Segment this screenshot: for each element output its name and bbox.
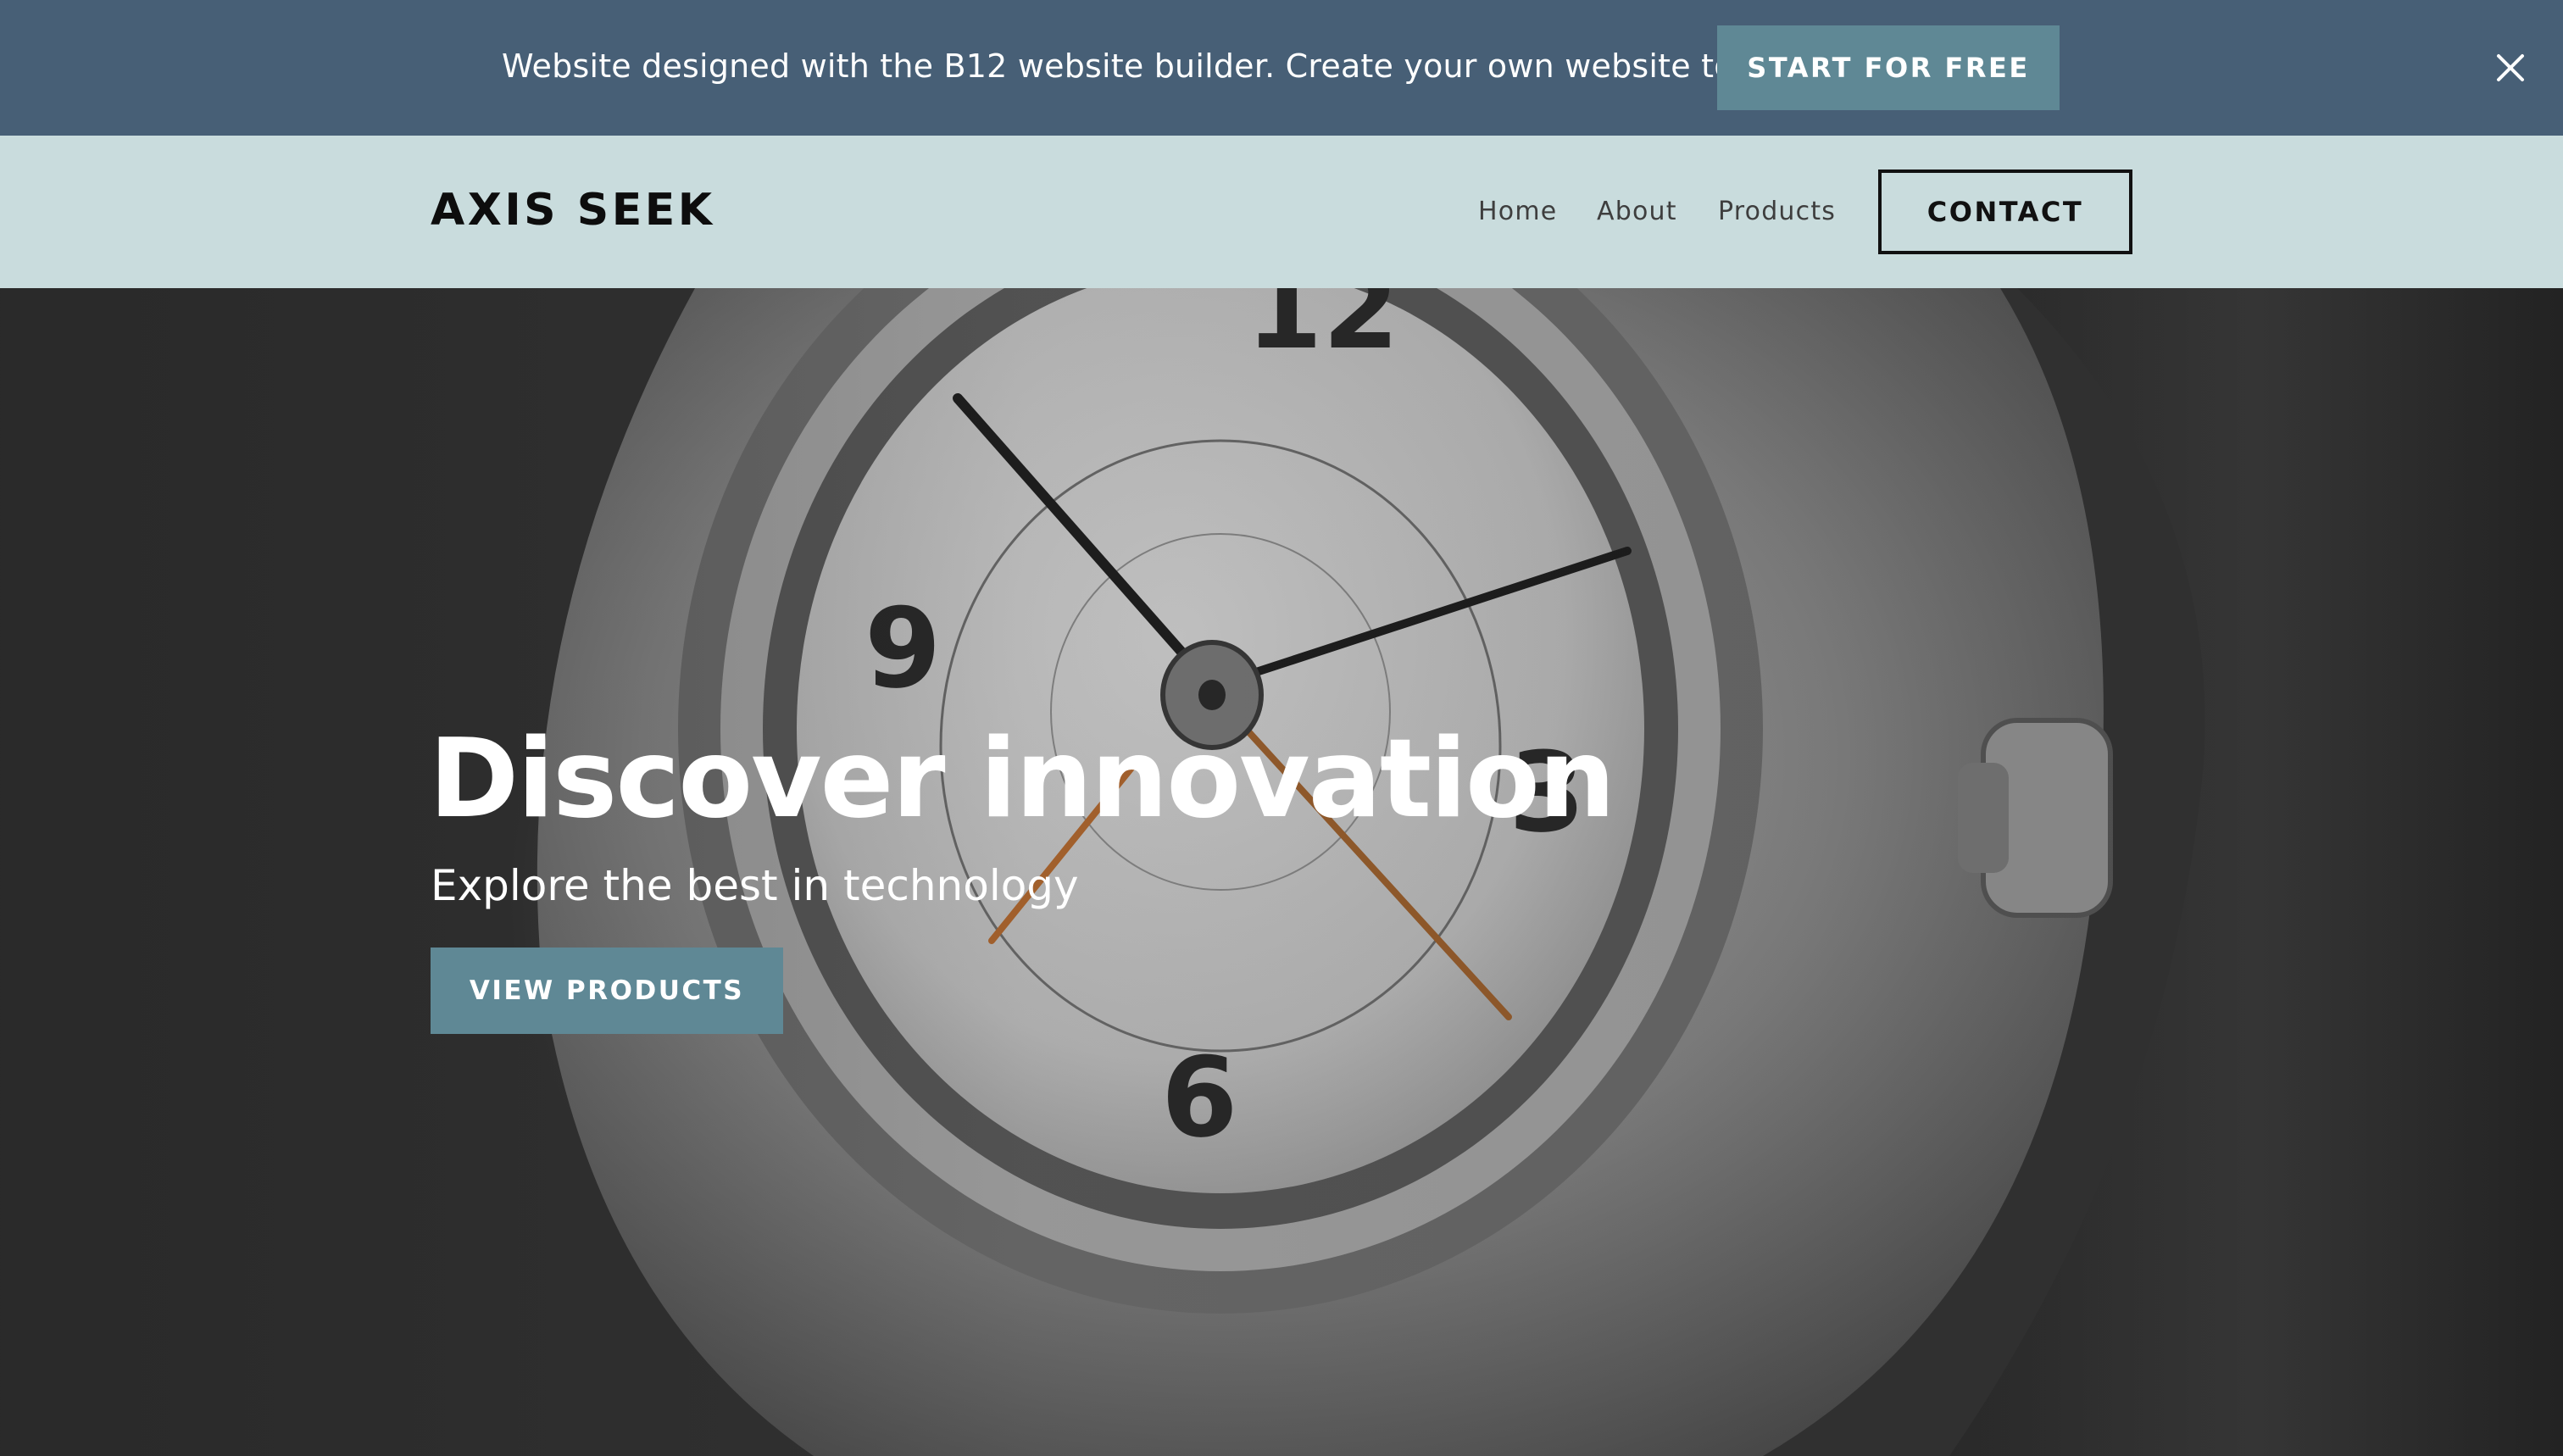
view-products-button[interactable]: VIEW PRODUCTS <box>431 948 783 1034</box>
hero-subtitle: Explore the best in technology <box>431 861 1079 910</box>
close-icon[interactable] <box>2492 49 2529 86</box>
site-header: AXIS SEEK Home About Products CONTACT <box>0 136 2563 288</box>
site-logo[interactable]: AXIS SEEK <box>431 185 715 236</box>
hero-overlay <box>0 288 2563 1456</box>
hero-section: 12 9 3 6 Discover innovation Explore the… <box>0 288 2563 1456</box>
nav-home[interactable]: Home <box>1478 197 1557 226</box>
promo-banner: Website designed with the B12 website bu… <box>0 0 2563 136</box>
start-for-free-button[interactable]: START FOR FREE <box>1717 25 2060 110</box>
promo-text: Website designed with the B12 website bu… <box>502 47 1800 85</box>
hero-title: Discover innovation <box>429 716 1615 842</box>
nav-about[interactable]: About <box>1597 197 1677 226</box>
contact-button[interactable]: CONTACT <box>1878 169 2132 254</box>
nav-products[interactable]: Products <box>1718 197 1836 226</box>
